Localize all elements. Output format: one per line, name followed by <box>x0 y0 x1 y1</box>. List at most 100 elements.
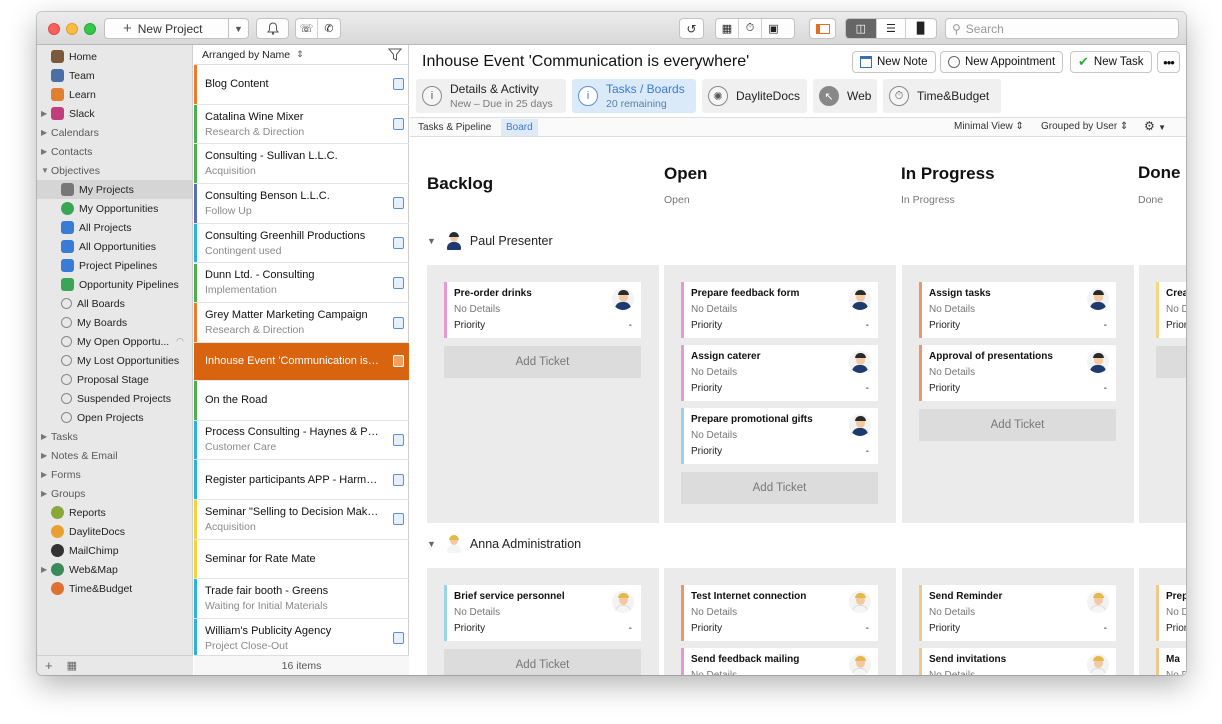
task-card[interactable]: Send feedback mailingNo DetailsPriority- <box>681 648 878 675</box>
task-card[interactable]: Test Internet connection No Details Priori… <box>681 585 878 641</box>
chart-view-icon[interactable]: ▉ <box>906 19 936 38</box>
task-card[interactable]: Assign caterer No Details Priority - <box>681 345 878 401</box>
sidebar-item-learn[interactable]: Learn <box>37 85 192 104</box>
sidebar-item-forms[interactable]: ▶ Forms <box>37 465 192 484</box>
list-item[interactable]: Consulting - Sullivan L.L.C. Acquisition <box>194 144 409 185</box>
grouping-select[interactable]: Grouped by User ⇕ <box>1041 121 1128 132</box>
sidebar-item-suspended-projects[interactable]: Suspended Projects <box>37 389 192 408</box>
disclosure-triangle-icon[interactable]: ▶ <box>41 432 51 441</box>
tab-daylitedocs[interactable]: ✺ DayliteDocs <box>702 79 807 113</box>
group-header[interactable]: ▼ Anna Administration <box>427 535 581 553</box>
table-icon[interactable]: ▦ <box>67 659 77 672</box>
call-icon[interactable]: ✆ <box>318 19 340 38</box>
task-card[interactable]: Pre-order drinks No Details Priority - <box>444 282 641 338</box>
disclosure-triangle-icon[interactable]: ▶ <box>41 451 51 460</box>
sidebar-item-slack[interactable]: ▶ Slack <box>37 104 192 123</box>
disclosure-triangle-icon[interactable]: ▼ <box>41 166 51 175</box>
sidebar-item-proposal-stage[interactable]: Proposal Stage <box>37 370 192 389</box>
board-icon[interactable] <box>393 78 404 91</box>
view-mode-select[interactable]: Minimal View ⇕ <box>954 121 1024 132</box>
sidebar-item-notes-email[interactable]: ▶ Notes & Email <box>37 446 192 465</box>
sidebar-item-all-boards[interactable]: All Boards <box>37 294 192 313</box>
sidebar-item-all-opportunities[interactable]: All Opportunities <box>37 237 192 256</box>
add-icon[interactable]: + <box>45 658 53 673</box>
board-icon[interactable] <box>393 473 404 486</box>
list-item[interactable]: Process Consulting - Haynes & Par... Cust… <box>194 420 409 461</box>
sidebar-item-open-projects[interactable]: Open Projects <box>37 408 192 427</box>
disclosure-triangle-icon[interactable]: ▶ <box>41 128 51 137</box>
sort-header[interactable]: Arranged by Name ⇕ <box>194 45 408 65</box>
task-card[interactable]: Prepare feedback form No Details Priority - <box>681 282 878 338</box>
board-icon[interactable] <box>393 433 404 446</box>
sidebar-item-calendars[interactable]: ▶ Calendars <box>37 123 192 142</box>
disclosure-triangle-icon[interactable]: ▶ <box>41 470 51 479</box>
sidebar-item-objectives[interactable]: ▼ Objectives <box>37 161 192 180</box>
task-card[interactable]: Crea No Details Priority- <box>1156 282 1186 338</box>
minimize-window-button[interactable] <box>66 23 78 35</box>
new-project-button[interactable]: + New Project ▼ <box>104 18 249 39</box>
task-card[interactable]: Assign tasks No Details Priority - <box>919 282 1116 338</box>
new-appointment-button[interactable]: New Appointment <box>940 51 1064 73</box>
board-icon[interactable] <box>393 118 404 131</box>
sidebar-item-reports[interactable]: Reports <box>37 503 192 522</box>
task-card[interactable]: MaNo DetailsPriority- <box>1156 648 1186 675</box>
add-ticket-button[interactable]: Add Ticket <box>919 409 1116 441</box>
sidebar-item-time-budget[interactable]: Time&Budget <box>37 579 192 598</box>
calendar-icon[interactable]: ▦ <box>716 19 739 38</box>
sidebar-item-project-pipelines[interactable]: Project Pipelines <box>37 256 192 275</box>
sync-button[interactable]: ↺ <box>679 18 704 39</box>
list-item[interactable]: Consulting Benson L.L.C. Follow Up <box>194 184 409 224</box>
task-card[interactable]: Prepare promotional gifts No Details Prior… <box>681 408 878 464</box>
search-input[interactable] <box>965 21 1166 36</box>
sidebar-item-mailchimp[interactable]: MailChimp <box>37 541 192 560</box>
sidebar-item-web-map[interactable]: ▶ Web&Map <box>37 560 192 579</box>
collapse-triangle-icon[interactable]: ▼ <box>427 539 436 549</box>
disclosure-triangle-icon[interactable]: ▶ <box>41 489 51 498</box>
list-item[interactable]: Inhouse Event 'Communication is e... <box>194 342 409 381</box>
task-card[interactable]: Send invitationsNo DetailsPriority- <box>919 648 1116 675</box>
present-icon[interactable]: ▣ <box>762 19 785 38</box>
tab-details-activity[interactable]: i Details & Activity New – Due in 25 days <box>416 79 566 113</box>
notifications-button[interactable] <box>256 18 289 39</box>
board-icon[interactable] <box>393 197 404 210</box>
list-item[interactable]: Grey Matter Marketing Campaign Research &… <box>194 303 409 343</box>
add-ticket-button[interactable]: Add Ticket <box>444 346 641 378</box>
list-item[interactable]: Register participants APP - Harmo... <box>194 460 409 500</box>
list-item[interactable]: Trade fair booth - Greens Waiting for Ini… <box>194 579 409 620</box>
sidebar-item-my-lost-opportunities[interactable]: My Lost Opportunities <box>37 351 192 370</box>
list-item[interactable]: Dunn Ltd. - Consulting Implementation <box>194 263 409 304</box>
tab-time-budget[interactable]: ⏱ Time&Budget <box>883 79 1001 113</box>
new-note-button[interactable]: New Note <box>852 51 936 73</box>
settings-menu[interactable]: ⚙ ▼ <box>1144 119 1166 133</box>
list-item[interactable]: Catalina Wine Mixer Research & Direction <box>194 104 409 145</box>
more-button[interactable]: ••• <box>1157 51 1180 73</box>
sidebar-item-home[interactable]: Home <box>37 47 192 66</box>
filter-icon[interactable] <box>388 48 402 61</box>
board-icon[interactable] <box>393 632 404 645</box>
add-ticket-button[interactable] <box>1156 346 1186 378</box>
sidebar-item-opportunity-pipelines[interactable]: Opportunity Pipelines <box>37 275 192 294</box>
task-card[interactable]: Approval of presentations No Details Prior… <box>919 345 1116 401</box>
sidebar-item-daylitedocs[interactable]: DayliteDocs <box>37 522 192 541</box>
sidebar-item-my-opportunities[interactable]: My Opportunities <box>37 199 192 218</box>
sidebar-item-tasks[interactable]: ▶ Tasks <box>37 427 192 446</box>
sidebar-item-groups[interactable]: ▶ Groups <box>37 484 192 503</box>
add-ticket-button[interactable]: Add Ticket <box>681 472 878 504</box>
zoom-window-button[interactable] <box>84 23 96 35</box>
disclosure-triangle-icon[interactable]: ▶ <box>41 147 51 156</box>
tab-tasks-boards[interactable]: i Tasks / Boards 20 remaining <box>572 79 696 113</box>
sidebar-item-all-projects[interactable]: All Projects <box>37 218 192 237</box>
list-item[interactable]: Consulting Greenhill Productions Continge… <box>194 223 409 264</box>
task-card[interactable]: Prep No Details Priority- <box>1156 585 1186 641</box>
sidebar-toggle-button[interactable] <box>809 18 836 39</box>
subtab-board[interactable]: Board <box>501 119 538 136</box>
list-item[interactable]: William's Publicity Agency Project Close-… <box>194 619 409 659</box>
sidebar-item-my-open-opportu[interactable]: My Open Opportu... ◠ <box>37 332 192 351</box>
search-field[interactable]: ⚲ <box>945 18 1179 39</box>
task-card[interactable]: Send Reminder No Details Priority - <box>919 585 1116 641</box>
new-task-button[interactable]: ✔ New Task <box>1070 51 1152 73</box>
timer-icon[interactable]: ⏱ <box>739 19 762 38</box>
disclosure-triangle-icon[interactable]: ▶ <box>41 565 51 574</box>
board-icon[interactable] <box>393 513 404 526</box>
close-window-button[interactable] <box>48 23 60 35</box>
